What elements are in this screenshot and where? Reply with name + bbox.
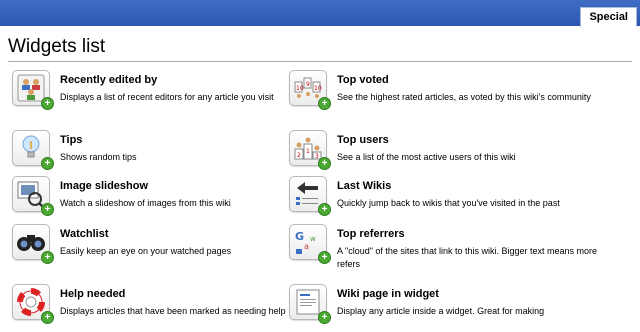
tab-special[interactable]: Special	[580, 7, 637, 27]
widget-title: Tips	[60, 134, 83, 146]
widget-description: Watch a slideshow of images from this wi…	[60, 198, 231, 208]
svg-text:G: G	[295, 230, 304, 243]
widget-description: Quickly jump back to wikis that you've v…	[337, 198, 560, 208]
page-title: Widgets list	[8, 36, 632, 62]
svg-text:2: 2	[297, 152, 301, 159]
widget-help-needed[interactable]: + Help needed Displays articles that hav…	[12, 284, 312, 332]
widget-description: Easily keep an eye on your watched pages	[60, 246, 232, 256]
svg-text:10: 10	[314, 85, 322, 92]
top-navigation-bar: Special	[0, 0, 640, 27]
widget-title: Last Wikis	[337, 180, 392, 192]
add-badge[interactable]: +	[318, 251, 331, 264]
add-badge[interactable]: +	[318, 203, 331, 216]
widget-recently-edited-by[interactable]: + Recently edited by Displays a list of …	[12, 70, 312, 118]
svg-text:a: a	[304, 242, 309, 251]
editors-icon[interactable]: +	[12, 70, 54, 110]
last-wikis-icon[interactable]: +	[289, 176, 331, 216]
widget-title: Recently edited by	[60, 74, 158, 86]
widget-description: See a list of the most active users of t…	[337, 152, 516, 162]
add-badge[interactable]: +	[318, 97, 331, 110]
widget-title: Top users	[337, 134, 389, 146]
svg-text:w: w	[310, 235, 316, 243]
widget-title: Wiki page in widget	[337, 288, 439, 300]
referrers-icon[interactable]: G a w +	[289, 224, 331, 264]
widget-description: A "cloud" of the sites that link to this…	[337, 246, 598, 269]
add-badge[interactable]: +	[41, 157, 54, 170]
widget-title: Top referrers	[337, 228, 405, 240]
svg-text:1: 1	[306, 148, 310, 155]
lifebuoy-icon[interactable]: +	[12, 284, 54, 324]
widget-description: See the highest rated articles, as voted…	[337, 92, 591, 102]
slideshow-icon[interactable]: +	[12, 176, 54, 216]
top-voted-icon[interactable]: 10 9 10 +	[289, 70, 331, 110]
widget-description: Display any article inside a widget. Gre…	[337, 306, 545, 316]
add-badge[interactable]: +	[41, 251, 54, 264]
widget-title: Help needed	[60, 288, 126, 300]
add-badge[interactable]: +	[41, 203, 54, 216]
widget-title: Top voted	[337, 74, 389, 86]
widget-tips[interactable]: + Tips Shows random tips	[12, 130, 312, 178]
svg-text:10: 10	[296, 85, 304, 92]
widget-description: Displays a list of recent editors for an…	[60, 92, 274, 102]
widget-wiki-page-in-widget[interactable]: + Wiki page in widget Display any articl…	[289, 284, 589, 332]
widget-title: Watchlist	[60, 228, 109, 240]
widget-watchlist[interactable]: + Watchlist Easily keep an eye on your w…	[12, 224, 312, 272]
widget-last-wikis[interactable]: + Last Wikis Quickly jump back to wikis …	[289, 176, 589, 224]
widget-description: Displays articles that have been marked …	[60, 306, 286, 316]
widget-top-voted[interactable]: 10 9 10 + Top voted See the highest rate…	[289, 70, 591, 118]
widget-top-referrers[interactable]: G a w + Top referrers A "cloud" of the s…	[289, 224, 597, 272]
widget-title: Image slideshow	[60, 180, 149, 192]
widget-top-users[interactable]: 2 1 3 + Top users See a list of the most…	[289, 130, 589, 178]
widget-description: Shows random tips	[60, 152, 137, 162]
add-badge[interactable]: +	[318, 157, 331, 170]
svg-text:9: 9	[306, 81, 310, 88]
add-badge[interactable]: +	[41, 97, 54, 110]
binoculars-icon[interactable]: +	[12, 224, 54, 264]
lightbulb-icon[interactable]: +	[12, 130, 54, 170]
podium-icon[interactable]: 2 1 3 +	[289, 130, 331, 170]
widget-image-slideshow[interactable]: + Image slideshow Watch a slideshow of i…	[12, 176, 312, 224]
wiki-page-icon[interactable]: +	[289, 284, 331, 324]
